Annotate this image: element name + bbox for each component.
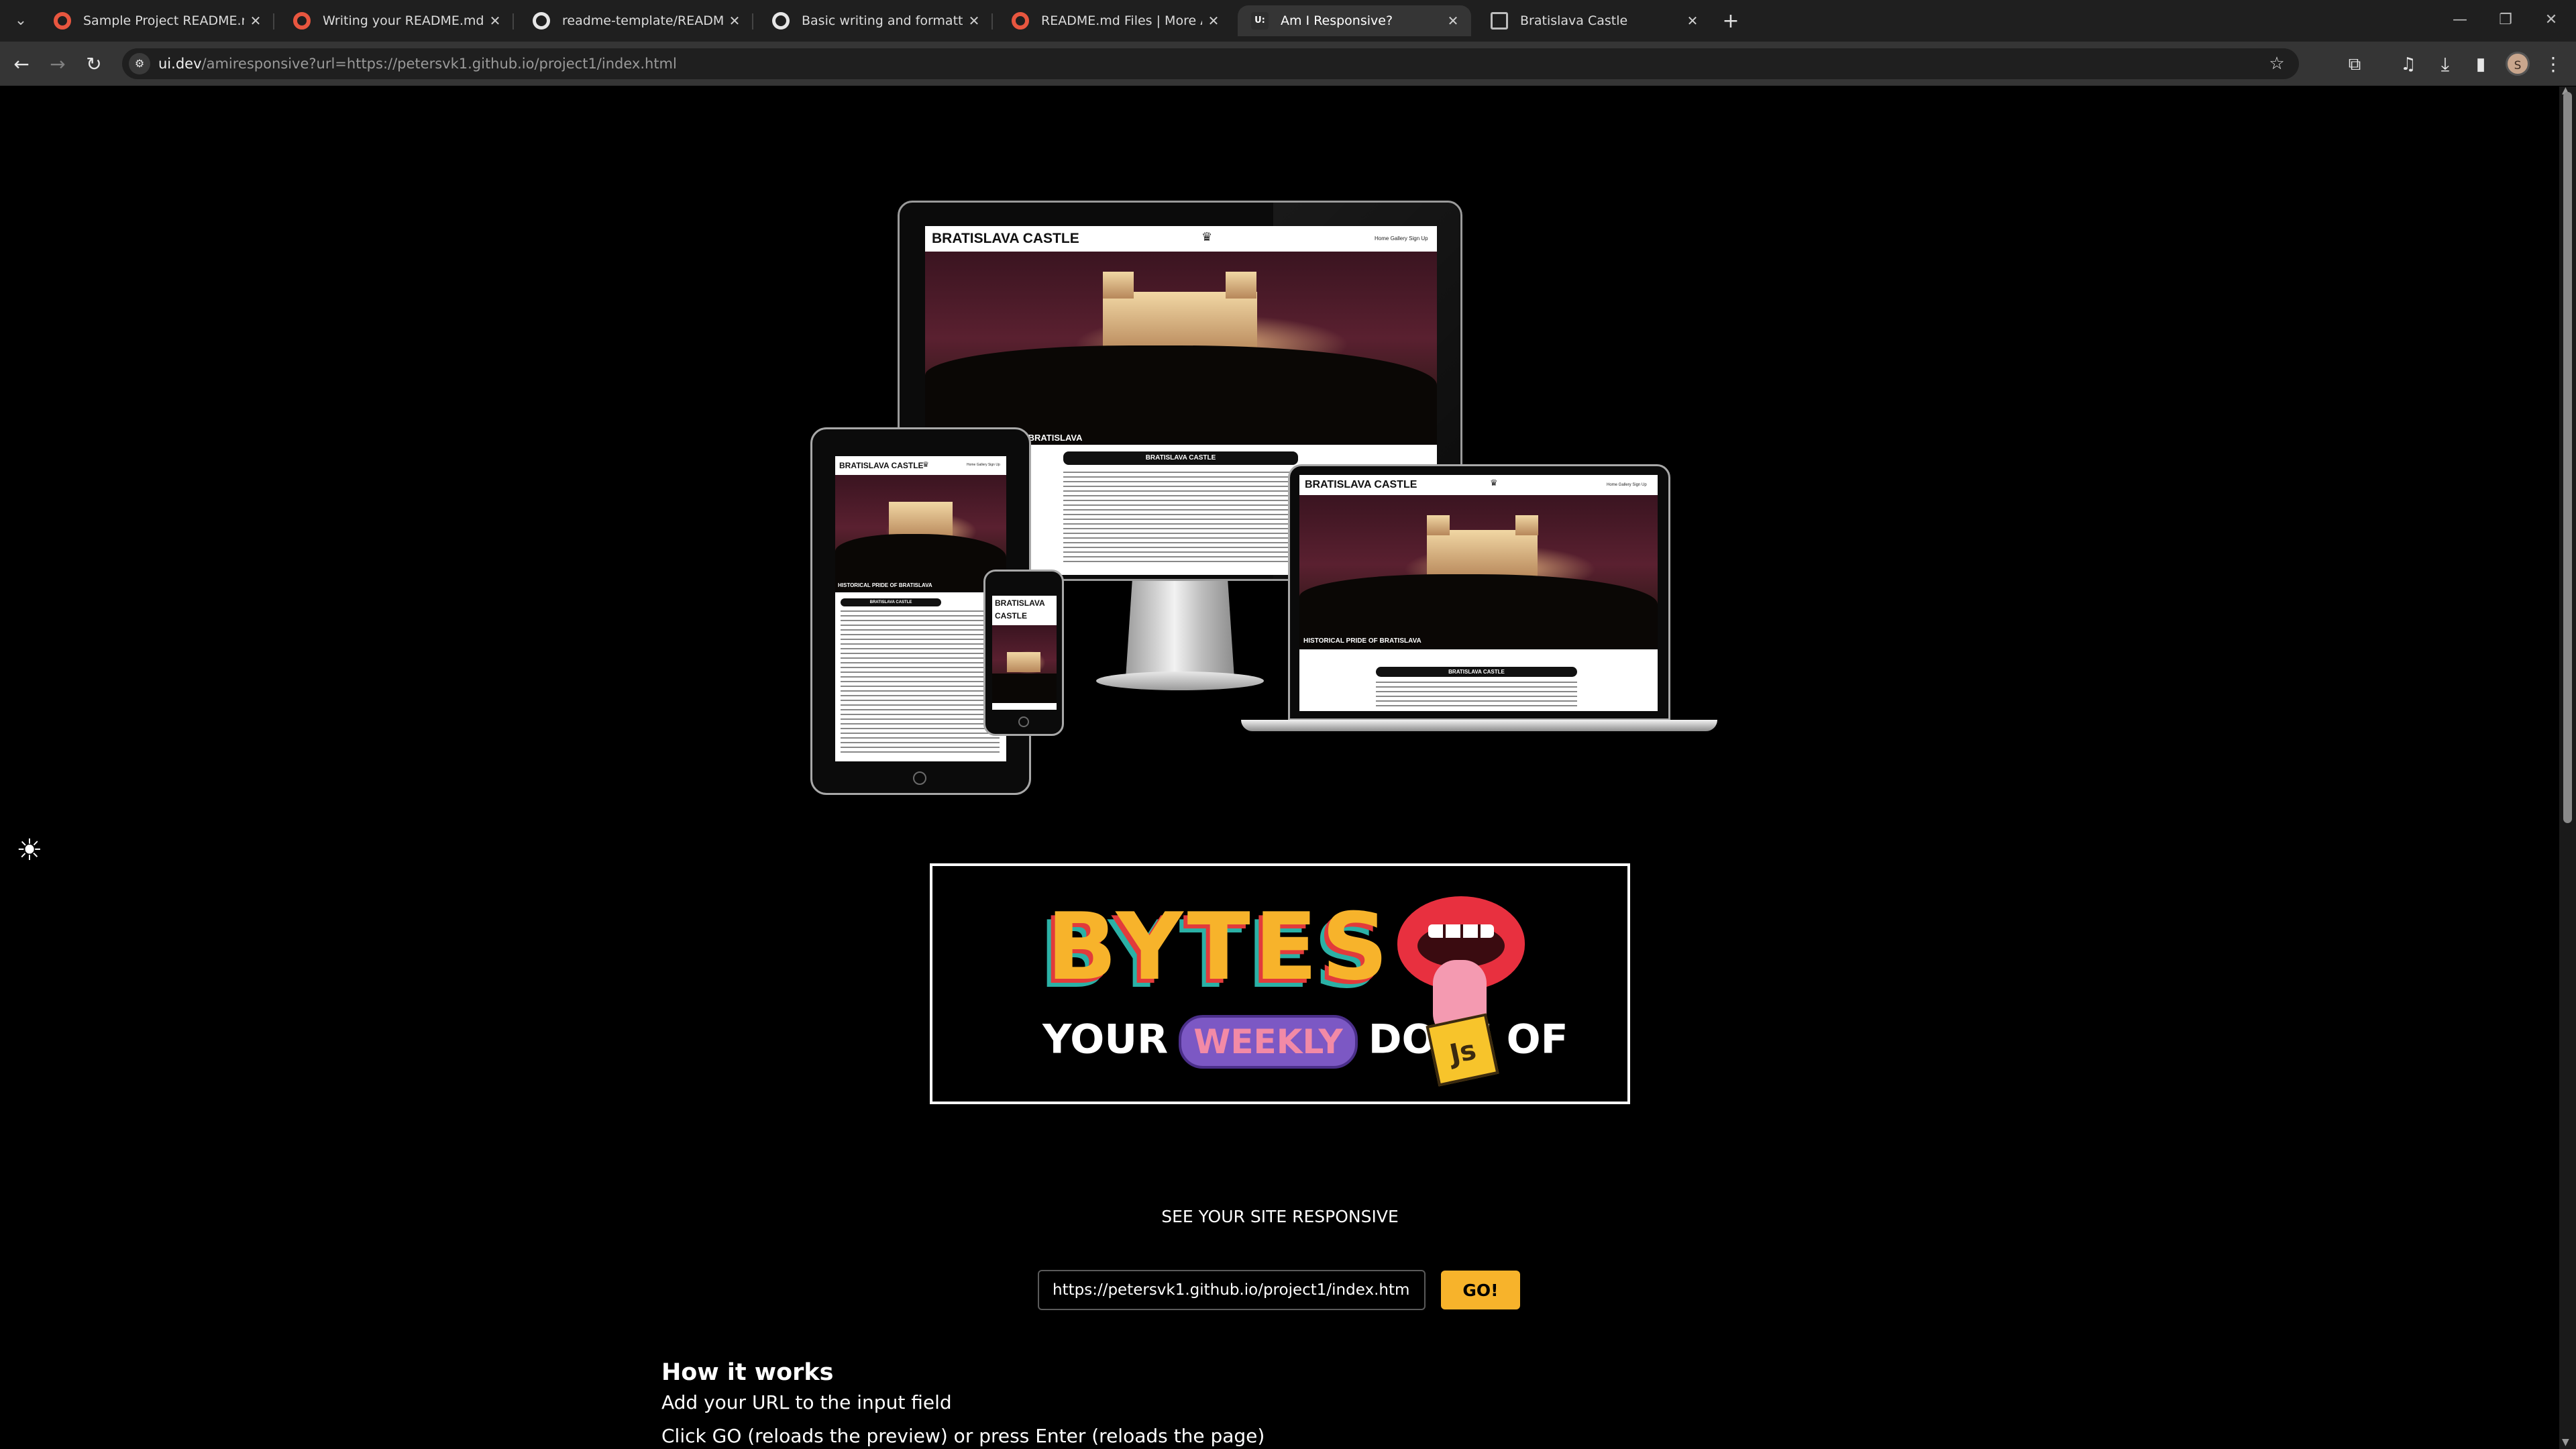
bookmark-star-icon[interactable]: ☆ [2265, 52, 2288, 75]
hero-image: HISTORICAL PRIDE OF BRATISLAVA [1299, 495, 1658, 649]
bytes-logo-text: BYTES [1046, 893, 1393, 1001]
phone-device: BRATISLAVA CASTLE [983, 570, 1064, 736]
reload-icon[interactable]: ↻ [80, 51, 107, 78]
close-icon[interactable]: ✕ [1443, 11, 1463, 31]
menu-kebab-icon[interactable]: ⋮ [2540, 51, 2567, 78]
close-icon[interactable]: ✕ [1682, 11, 1703, 31]
site-info-icon[interactable]: ⚙ [129, 53, 150, 74]
tab-title: Writing your README.md | Port [323, 13, 484, 28]
close-icon[interactable]: ✕ [485, 11, 505, 31]
tagline-start: YOUR [1042, 1016, 1169, 1063]
laptop-device: BRATISLAVA CASTLE ♛ Home Gallery Sign Up… [1241, 464, 1717, 731]
url-path: /amiresponsive?url=https://petersvk1.git… [201, 56, 677, 72]
hero-image: HISTORICAL PRIDE OF BRATISLAVA [925, 252, 1437, 445]
mock-site-heading: BRATISLAVA CASTLE [925, 226, 1437, 252]
tab-basic-writing[interactable]: Basic writing and formatting sy ✕ [759, 5, 993, 36]
uidev-icon: U: [1251, 12, 1269, 30]
go-button[interactable]: GO! [1441, 1271, 1520, 1309]
page-scrollbar[interactable]: ▲ ▼ [2559, 85, 2576, 1449]
github-icon [772, 12, 790, 30]
body-text-lines [1376, 682, 1577, 708]
how-it-works-title: How it works [661, 1359, 834, 1386]
media-controls-icon[interactable]: ♫ [2395, 51, 2422, 78]
monitor-neck [1126, 581, 1234, 678]
body-text-lines [841, 610, 1000, 755]
tablet-screen: BRATISLAVA CASTLE ♛ Home Gallery Sign Up… [835, 456, 1006, 761]
tab-title: readme-template/README.md [562, 13, 723, 28]
castle-icon [1491, 12, 1508, 30]
monitor-base [1096, 672, 1264, 690]
mock-site-nav: Home Gallery Sign Up [1375, 235, 1428, 241]
tab-search-icon[interactable]: ⌄ [9, 9, 32, 32]
tab-bratislava-castle[interactable]: Bratislava Castle ✕ [1477, 5, 1711, 36]
close-icon[interactable]: ✕ [1203, 11, 1224, 31]
address-bar[interactable]: ⚙ ui.dev/amiresponsive?url=https://peter… [122, 48, 2299, 79]
window-close-icon[interactable]: ✕ [2531, 7, 2571, 34]
tab-title: Basic writing and formatting sy [802, 13, 963, 28]
minimize-icon[interactable]: — [2440, 7, 2480, 34]
hero-caption: HISTORICAL PRIDE OF BRATISLAVA [1303, 637, 1421, 645]
forward-icon[interactable]: → [44, 51, 71, 78]
close-icon[interactable]: ✕ [724, 11, 745, 31]
github-icon [533, 12, 550, 30]
section-title: BRATISLAVA CASTLE [841, 598, 941, 606]
theme-toggle-sun-icon[interactable]: ☀ [13, 835, 46, 867]
see-responsive-label: SEE YOUR SITE RESPONSIVE [1161, 1207, 1399, 1226]
mock-site-heading: BRATISLAVA CASTLE [992, 596, 1045, 624]
mock-site-heading: BRATISLAVA CASTLE [1299, 475, 1658, 495]
scroll-thumb[interactable] [2563, 92, 2572, 823]
crown-logo-icon: ♛ [1201, 230, 1213, 244]
mock-site-nav: Home Gallery Sign Up [1607, 483, 1647, 487]
tab-strip: ⌄ Sample Project README.md | P ✕ Writing… [0, 0, 2576, 42]
url-text[interactable]: ui.dev/amiresponsive?url=https://petersv… [158, 48, 677, 79]
tab-title: README.md Files | More About [1041, 13, 1202, 28]
crown-logo-icon: ♛ [1490, 478, 1498, 488]
tablet-home-button [913, 771, 926, 785]
tab-title: Am I Responsive? [1281, 13, 1393, 28]
project-icon [54, 12, 71, 30]
hero-image: HISTORICAL PRIDE OF BRATISLAVA [835, 475, 1006, 592]
download-icon[interactable]: ⤓ [2432, 51, 2459, 78]
tab-writing-readme[interactable]: Writing your README.md | Port ✕ [280, 5, 514, 36]
url-host: ui.dev [158, 56, 202, 72]
tab-readme-template[interactable]: readme-template/README.md ✕ [519, 5, 753, 36]
phone-screen: BRATISLAVA CASTLE [992, 596, 1057, 710]
phone-home-button [1018, 716, 1029, 727]
project-icon [293, 12, 311, 30]
hero-caption: HISTORICAL PRIDE OF BRATISLAVA [838, 582, 932, 588]
project-icon [1012, 12, 1029, 30]
laptop-base [1241, 720, 1717, 731]
mock-site-nav: Home Gallery Sign Up [967, 463, 1000, 467]
tab-title: Sample Project README.md | P [83, 13, 244, 28]
scroll-down-arrow-icon[interactable]: ▼ [2562, 1437, 2569, 1448]
section-title: BRATISLAVA CASTLE [1376, 667, 1577, 677]
how-step: Click GO (reloads the preview) or press … [661, 1425, 1265, 1447]
new-tab-icon[interactable]: + [1717, 8, 1744, 35]
tab-am-i-responsive[interactable]: U: Am I Responsive? ✕ [1238, 5, 1471, 36]
restore-icon[interactable]: ❐ [2485, 7, 2526, 34]
tab-sample-project-readme[interactable]: Sample Project README.md | P ✕ [40, 5, 274, 36]
back-icon[interactable]: ← [8, 51, 35, 78]
tab-title: Bratislava Castle [1520, 13, 1628, 28]
browser-toolbar: ← → ↻ ⚙ ui.dev/amiresponsive?url=https:/… [0, 42, 2576, 86]
hero-image [992, 625, 1057, 703]
close-icon[interactable]: ✕ [964, 11, 984, 31]
bytes-newsletter-banner[interactable]: BYTES YOURWEEKLYDOSE OF Js [930, 863, 1630, 1104]
close-icon[interactable]: ✕ [246, 11, 266, 31]
how-step: Add your URL to the input field [661, 1391, 952, 1413]
profile-avatar[interactable]: S [2506, 52, 2530, 76]
crown-logo-icon: ♛ [922, 460, 929, 469]
laptop-screen: BRATISLAVA CASTLE ♛ Home Gallery Sign Up… [1299, 475, 1658, 711]
url-input[interactable] [1038, 1270, 1426, 1310]
tagline-weekly-pill: WEEKLY [1179, 1015, 1358, 1069]
page-viewport: BRATISLAVA CASTLE ♛ Home Gallery Sign Up… [0, 87, 2559, 1449]
side-panel-icon[interactable]: ▮ [2467, 51, 2494, 78]
section-title: BRATISLAVA CASTLE [1063, 451, 1298, 465]
extensions-icon[interactable]: ⧉ [2341, 51, 2368, 78]
tab-readme-files[interactable]: README.md Files | More About ✕ [998, 5, 1232, 36]
js-badge-icon: Js [1426, 1013, 1499, 1087]
